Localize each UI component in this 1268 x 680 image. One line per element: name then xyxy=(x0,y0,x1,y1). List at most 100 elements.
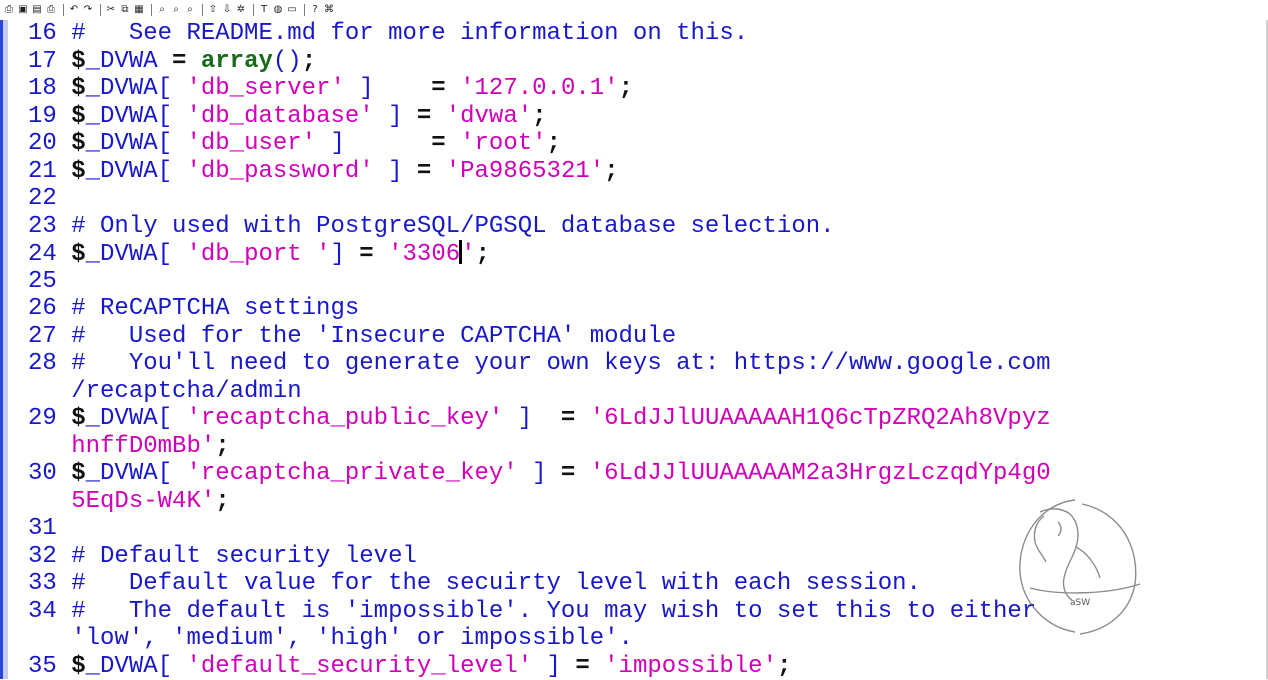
code-line[interactable]: 24 $_DVWA[ 'db_port '] = '3306'; xyxy=(28,240,1264,268)
editor-toolbar: ⎙▣▤⎙↶↷✂⧉▦⌕⌕⌕⇧⇩✲T◍▭?⌘ xyxy=(0,0,1268,20)
code-token-var: _DVWA xyxy=(86,130,158,157)
color-icon[interactable]: ◍ xyxy=(272,4,284,16)
toolbar-separator xyxy=(202,4,203,16)
code-token-punc: ; xyxy=(777,653,791,680)
code-line[interactable]: 26 # ReCAPTCHA settings xyxy=(28,295,1264,323)
line-number: 23 xyxy=(28,213,71,240)
line-number xyxy=(28,433,71,460)
line-number: 28 xyxy=(28,350,71,377)
code-token-brk: ] xyxy=(503,405,546,432)
code-line[interactable]: 20 $_DVWA[ 'db_user' ] = 'root'; xyxy=(28,130,1264,158)
line-number: 21 xyxy=(28,158,71,185)
paste-icon[interactable]: ▦ xyxy=(133,4,145,16)
code-token-punc: ; xyxy=(604,158,618,185)
find-next-icon[interactable]: ⌕ xyxy=(170,4,182,16)
code-token-str: ' xyxy=(461,241,475,268)
code-token-str: 'root' xyxy=(460,130,546,157)
code-token-brk: [ xyxy=(158,103,187,130)
code-token-punc: ; xyxy=(532,103,546,130)
code-token-var: _DVWA xyxy=(86,103,158,130)
code-token-fn: array xyxy=(201,48,273,75)
code-token-op: = xyxy=(547,460,590,487)
copy-icon[interactable]: ⧉ xyxy=(119,4,131,16)
code-token-punc: ; xyxy=(215,433,229,460)
horse-logo-watermark: aSW xyxy=(1000,492,1150,642)
code-token-var: _DVWA xyxy=(86,48,158,75)
print-preview-icon[interactable]: ⎙ xyxy=(3,4,15,16)
code-token-dollar: $ xyxy=(71,460,85,487)
line-number: 33 xyxy=(28,570,71,597)
redo-icon[interactable]: ↷ xyxy=(82,4,94,16)
line-number xyxy=(28,378,71,405)
code-token-cm: # ReCAPTCHA settings xyxy=(71,295,359,322)
code-line[interactable]: 30 $_DVWA[ 'recaptcha_private_key' ] = '… xyxy=(28,460,1264,488)
line-number: 18 xyxy=(28,75,71,102)
code-line[interactable]: 18 $_DVWA[ 'db_server' ] = '127.0.0.1'; xyxy=(28,75,1264,103)
line-number: 22 xyxy=(28,185,71,212)
context-help-icon[interactable]: ⌘ xyxy=(323,4,335,16)
code-token-var: _DVWA xyxy=(86,405,158,432)
code-line[interactable]: 16 # See README.md for more information … xyxy=(28,20,1264,48)
tools-icon[interactable]: ✲ xyxy=(235,4,247,16)
code-token-str: 'db_server' xyxy=(186,75,344,102)
cut-icon[interactable]: ✂ xyxy=(105,4,117,16)
code-token-brk: ] xyxy=(345,75,417,102)
line-number: 25 xyxy=(28,268,71,295)
code-token-op: = xyxy=(417,75,460,102)
toolbar-separator xyxy=(63,4,64,16)
code-token-op: = xyxy=(561,653,604,680)
code-token-dollar: $ xyxy=(71,158,85,185)
code-token-op: = xyxy=(547,405,590,432)
code-line[interactable]: 29 $_DVWA[ 'recaptcha_public_key' ] = '6… xyxy=(28,405,1264,433)
find-icon[interactable]: ⌕ xyxy=(156,4,168,16)
print-icon[interactable]: ⎙ xyxy=(45,4,57,16)
line-number xyxy=(28,625,71,652)
code-token-brk: ] xyxy=(330,241,344,268)
save-icon[interactable]: ▣ xyxy=(17,4,29,16)
code-token-str: '127.0.0.1' xyxy=(460,75,618,102)
ftp-download-icon[interactable]: ⇩ xyxy=(221,4,233,16)
highlight-icon[interactable]: ▭ xyxy=(286,4,298,16)
ftp-upload-icon[interactable]: ⇧ xyxy=(207,4,219,16)
code-token-brk: [ xyxy=(158,130,187,157)
undo-icon[interactable]: ↶ xyxy=(68,4,80,16)
code-line[interactable]: 21 $_DVWA[ 'db_password' ] = 'Pa9865321'… xyxy=(28,158,1264,186)
code-token-dollar: $ xyxy=(71,48,85,75)
code-token-str: hnffD0mBb' xyxy=(71,433,215,460)
save-all-icon[interactable]: ▤ xyxy=(31,4,43,16)
code-token-str: '6LdJJlUUAAAAAH1Q6cTpZRQ2Ah8Vpyz xyxy=(590,405,1051,432)
code-line[interactable]: 17 $_DVWA = array(); xyxy=(28,48,1264,76)
line-number: 19 xyxy=(28,103,71,130)
code-line[interactable]: hnffD0mBb'; xyxy=(28,433,1264,461)
code-line[interactable]: 35 $_DVWA[ 'default_security_level' ] = … xyxy=(28,653,1264,680)
code-token-op: = xyxy=(417,130,460,157)
code-token-dollar: $ xyxy=(71,103,85,130)
code-token-dollar: $ xyxy=(71,75,85,102)
code-line[interactable]: 28 # You'll need to generate your own ke… xyxy=(28,350,1264,378)
code-token-str: 'recaptcha_public_key' xyxy=(186,405,503,432)
code-token-cm: 'low', 'medium', 'high' or impossible'. xyxy=(71,625,633,652)
line-number: 31 xyxy=(28,515,71,542)
code-line[interactable]: 25 xyxy=(28,268,1264,296)
code-token-str: '3306 xyxy=(388,241,460,268)
replace-icon[interactable]: ⌕ xyxy=(184,4,196,16)
code-line[interactable]: 27 # Used for the 'Insecure CAPTCHA' mod… xyxy=(28,323,1264,351)
code-token-cm: # You'll need to generate your own keys … xyxy=(71,350,1050,377)
code-token-brk: [ xyxy=(158,241,187,268)
code-token-op: = xyxy=(345,241,388,268)
code-line[interactable]: /recaptcha/admin xyxy=(28,378,1264,406)
help-icon[interactable]: ? xyxy=(309,4,321,16)
code-token-brk: ] xyxy=(374,103,403,130)
toolbar-separator xyxy=(304,4,305,16)
code-line[interactable]: 23 # Only used with PostgreSQL/PGSQL dat… xyxy=(28,213,1264,241)
code-token-brk: () xyxy=(273,48,302,75)
code-line[interactable]: 22 xyxy=(28,185,1264,213)
line-number: 20 xyxy=(28,130,71,157)
code-token-var: _DVWA xyxy=(86,75,158,102)
line-number xyxy=(28,488,71,515)
code-token-punc: ; xyxy=(476,241,490,268)
code-line[interactable]: 19 $_DVWA[ 'db_database' ] = 'dvwa'; xyxy=(28,103,1264,131)
code-token-brk: [ xyxy=(158,158,187,185)
font-icon[interactable]: T xyxy=(258,4,270,16)
gutter-bar xyxy=(0,20,8,679)
